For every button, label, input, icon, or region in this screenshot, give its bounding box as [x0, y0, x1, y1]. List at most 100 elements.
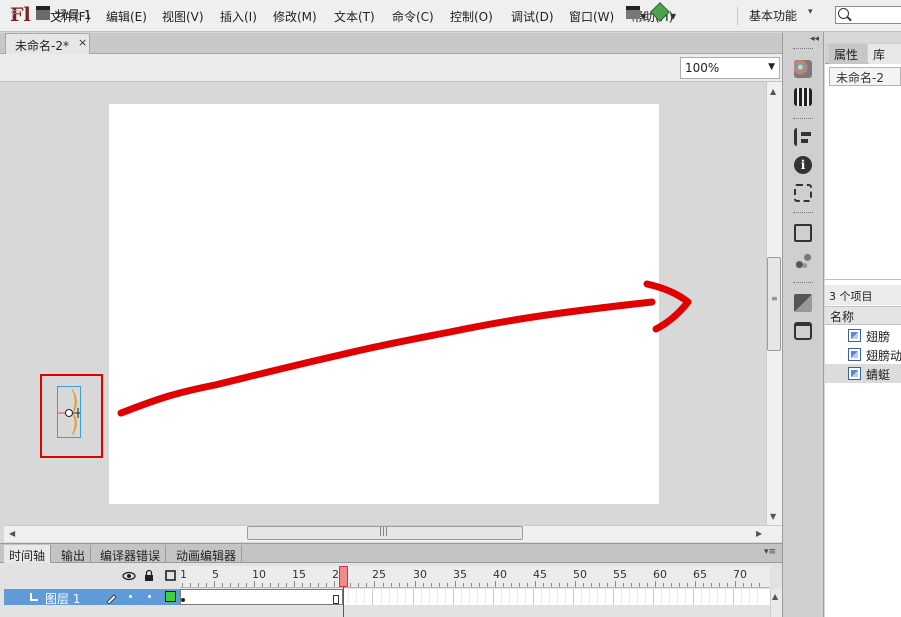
frame-cell[interactable] — [509, 589, 510, 605]
frame-cell[interactable] — [381, 589, 382, 605]
frame-cell[interactable] — [413, 589, 414, 605]
frame-cell[interactable] — [709, 589, 710, 605]
tab-timeline[interactable]: 时间轴 — [4, 545, 52, 563]
tab-library[interactable]: 库 — [868, 44, 901, 64]
align-icon[interactable] — [794, 128, 812, 146]
frame-cell[interactable] — [589, 589, 590, 605]
frame-cell[interactable] — [677, 589, 678, 605]
frame-cell[interactable] — [421, 589, 422, 605]
frame-cell[interactable] — [437, 589, 438, 605]
frame-cell[interactable] — [701, 589, 702, 605]
scroll-up-icon[interactable]: ▲ — [770, 87, 776, 96]
back-arrow-icon[interactable]: ⇦ — [10, 5, 21, 20]
frame-cell[interactable] — [605, 589, 606, 605]
end-frame-marker[interactable] — [333, 595, 339, 604]
close-icon[interactable]: × — [78, 36, 87, 49]
dragonfly-symbol-instance[interactable] — [57, 386, 81, 438]
help-search-input[interactable] — [835, 6, 901, 24]
panel-menu-icon[interactable]: ▾≡ — [764, 547, 776, 557]
frame-cell[interactable] — [445, 589, 446, 605]
frame-cell[interactable] — [364, 589, 365, 605]
frame-cell[interactable] — [645, 589, 646, 605]
frame-span[interactable] — [180, 589, 343, 605]
frame-cell[interactable] — [389, 589, 390, 605]
menu-text[interactable]: 文本(T) — [334, 8, 375, 25]
menu-commands[interactable]: 命令(C) — [392, 8, 434, 25]
frame-cell[interactable] — [348, 589, 349, 605]
frame-cell[interactable] — [733, 589, 734, 605]
scene-breadcrumb[interactable]: 场景 1 — [56, 6, 91, 23]
scroll-up-icon[interactable]: ▲ — [772, 592, 778, 601]
library-document-select[interactable]: 未命名-2 — [829, 67, 901, 86]
menu-control[interactable]: 控制(O) — [450, 8, 493, 25]
stage[interactable] — [109, 104, 659, 504]
tab-properties[interactable]: 属性 — [829, 44, 867, 64]
frame-cell[interactable] — [525, 589, 526, 605]
menu-insert[interactable]: 插入(I) — [220, 8, 257, 25]
library-item[interactable]: 翅膀动 — [825, 345, 901, 364]
frame-cell[interactable] — [573, 589, 574, 605]
frame-cell[interactable] — [565, 589, 566, 605]
scroll-left-icon[interactable]: ◀ — [9, 529, 15, 538]
menu-window[interactable]: 窗口(W) — [569, 8, 614, 25]
menu-view[interactable]: 视图(V) — [162, 8, 204, 25]
frame-cell[interactable] — [741, 589, 742, 605]
keyframe-dot[interactable] — [181, 598, 185, 602]
frame-cell[interactable] — [653, 589, 654, 605]
dock-grip[interactable] — [793, 212, 813, 215]
frame-cell[interactable] — [533, 589, 534, 605]
components-icon[interactable] — [794, 252, 812, 270]
menu-modify[interactable]: 修改(M) — [273, 8, 317, 25]
frame-cell[interactable] — [469, 589, 470, 605]
menu-edit[interactable]: 编辑(E) — [106, 8, 147, 25]
document-tab[interactable]: 未命名-2* × — [5, 33, 90, 54]
dock-grip[interactable] — [793, 118, 813, 121]
frame-cell[interactable] — [717, 589, 718, 605]
frame-cell[interactable] — [397, 589, 398, 605]
frame-cell[interactable] — [541, 589, 542, 605]
zoom-select[interactable]: 100% ▼ — [680, 57, 780, 79]
frame-cell[interactable] — [461, 589, 462, 605]
scroll-right-icon[interactable]: ▶ — [756, 529, 762, 538]
library-item[interactable]: 蜻蜓 — [825, 364, 901, 383]
tab-compiler-errors[interactable]: 编译器错误 — [95, 545, 167, 563]
frame-cell[interactable] — [356, 589, 357, 605]
frame-cell[interactable] — [549, 589, 550, 605]
folder-icon[interactable] — [794, 322, 812, 340]
frame-cell[interactable] — [477, 589, 478, 605]
actions-code-icon[interactable] — [794, 224, 812, 242]
transform-icon[interactable] — [794, 184, 812, 202]
tab-motion-editor[interactable]: 动画编辑器 — [171, 545, 243, 563]
edit-scene-icon[interactable] — [626, 6, 640, 19]
frame-cell[interactable] — [637, 589, 638, 605]
workspace-switcher[interactable]: 基本功能 ▾ — [737, 7, 822, 25]
frame-cell[interactable] — [501, 589, 502, 605]
swatches-grid-icon[interactable] — [794, 88, 812, 106]
frame-cell[interactable] — [429, 589, 430, 605]
frame-cell[interactable] — [661, 589, 662, 605]
tab-output[interactable]: 输出 — [56, 545, 92, 563]
outline-color-swatch[interactable] — [165, 591, 176, 602]
frame-cell[interactable] — [757, 589, 758, 605]
frame-cell[interactable] — [453, 589, 454, 605]
playhead[interactable] — [339, 566, 348, 587]
collapse-panels-icon[interactable]: ◂◂ — [810, 34, 819, 44]
dock-grip[interactable] — [793, 48, 813, 51]
frame-cell[interactable] — [669, 589, 670, 605]
frame-cell[interactable] — [749, 589, 750, 605]
frame-cell[interactable] — [725, 589, 726, 605]
frame-cell[interactable] — [621, 589, 622, 605]
vertical-scroll-thumb[interactable] — [767, 257, 781, 351]
dock-grip[interactable] — [793, 282, 813, 285]
library-cube-icon[interactable] — [794, 294, 812, 312]
frame-cell[interactable] — [597, 589, 598, 605]
frame-cell[interactable] — [629, 589, 630, 605]
info-icon[interactable]: i — [794, 156, 812, 174]
frame-ruler[interactable]: 1510152025303540455055606570 — [180, 566, 770, 588]
frame-cell[interactable] — [581, 589, 582, 605]
frame-cell[interactable] — [485, 589, 486, 605]
frame-cell[interactable] — [372, 589, 373, 605]
library-column-name[interactable]: 名称 — [825, 306, 901, 325]
frame-cell[interactable] — [493, 589, 494, 605]
layer-row[interactable]: 图层 1 — [4, 589, 180, 606]
